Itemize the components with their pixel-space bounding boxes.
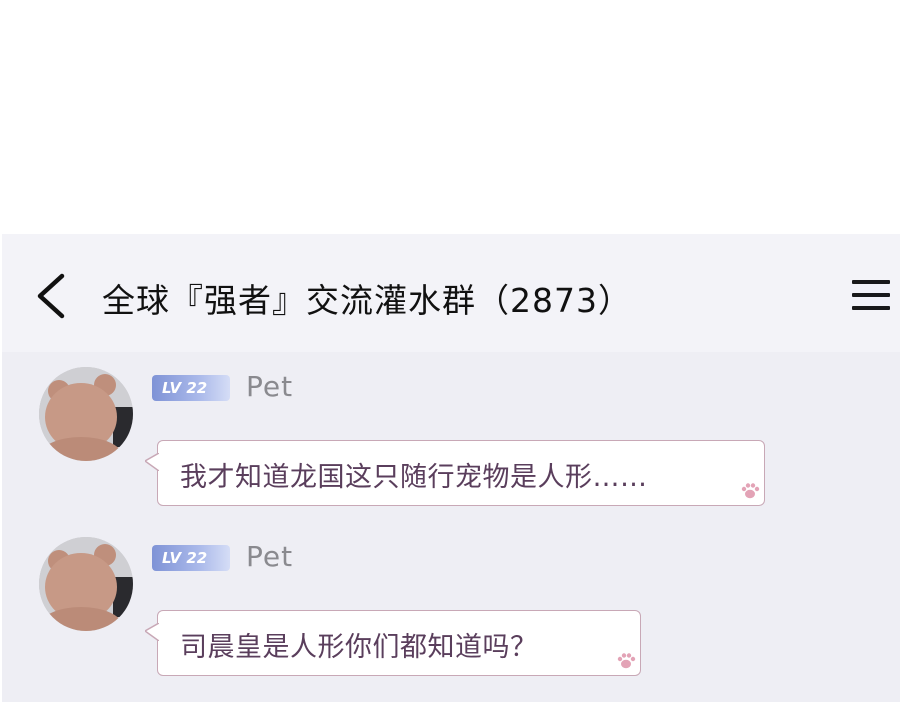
sender-name[interactable]: Pet	[246, 370, 293, 403]
back-button[interactable]	[32, 272, 72, 320]
message-bubble[interactable]: 司晨皇是人形你们都知道吗？	[145, 610, 641, 676]
chevron-left-icon	[37, 273, 65, 319]
message-text: 我才知道龙国这只随行宠物是人形……	[180, 462, 648, 493]
message-text: 司晨皇是人形你们都知道吗？	[180, 632, 538, 663]
bear-avatar-icon	[39, 367, 133, 461]
paw-icon	[741, 483, 760, 499]
bubble-tail-icon	[145, 453, 159, 471]
sender-name[interactable]: Pet	[246, 540, 293, 573]
group-chat-screen: 全球『强者』交流灌水群（2873） LV 22 Pet 我才知道龙国这只随行宠物…	[2, 234, 900, 702]
chat-header: 全球『强者』交流灌水群（2873）	[2, 234, 900, 352]
level-badge: LV 22	[152, 545, 230, 571]
bubble-tail-icon	[145, 623, 159, 641]
message-bubble[interactable]: 我才知道龙国这只随行宠物是人形……	[145, 440, 765, 506]
paw-icon	[617, 653, 636, 669]
level-badge: LV 22	[152, 375, 230, 401]
avatar[interactable]	[39, 367, 133, 461]
bear-avatar-icon	[39, 537, 133, 631]
comic-panel: 全球『强者』交流灌水群（2873） LV 22 Pet 我才知道龙国这只随行宠物…	[0, 0, 900, 702]
group-title: 全球『强者』交流灌水群（2873）	[102, 281, 632, 320]
menu-button[interactable]	[852, 278, 892, 314]
hamburger-menu-icon	[852, 280, 890, 284]
avatar[interactable]	[39, 537, 133, 631]
